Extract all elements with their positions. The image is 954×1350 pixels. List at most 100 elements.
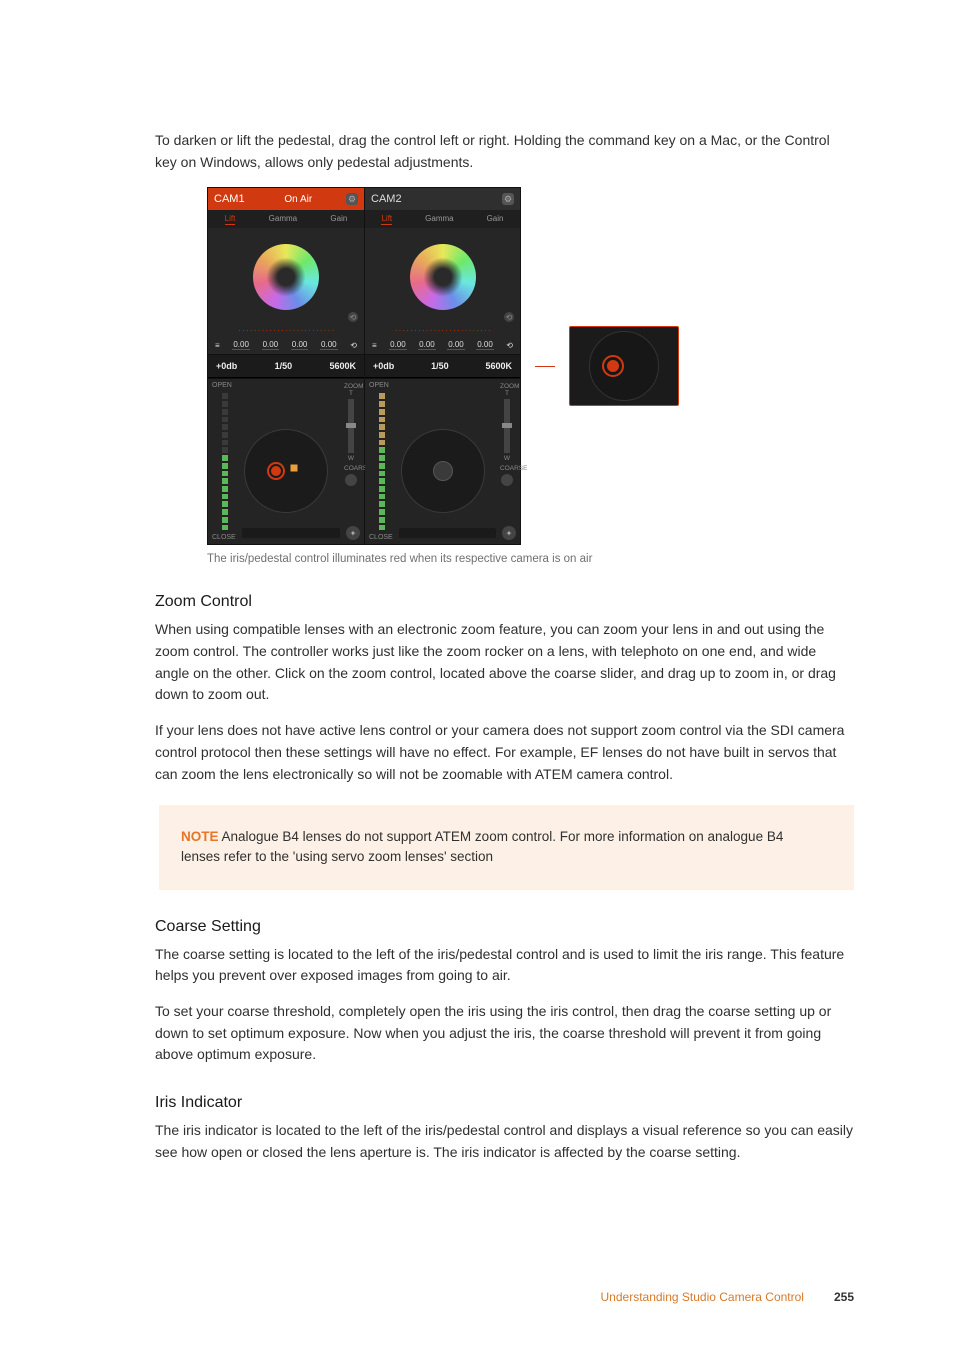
zoom-t-label: T bbox=[344, 390, 358, 397]
tab-gain[interactable]: Gain bbox=[487, 214, 504, 225]
open-label: OPEN bbox=[369, 382, 389, 389]
coarse-label: COARSE bbox=[344, 465, 358, 472]
close-label: CLOSE bbox=[369, 534, 393, 541]
cam2-iris-area: OPEN CLOSE ZOOM T W bbox=[365, 378, 520, 544]
val-g: 0.00 bbox=[447, 340, 465, 350]
zoom-track[interactable] bbox=[504, 399, 510, 453]
coarse-p1: The coarse setting is located to the lef… bbox=[155, 944, 854, 987]
cam2-title: CAM2 bbox=[371, 193, 402, 205]
reset-small-icon[interactable]: ⟲ bbox=[505, 341, 514, 350]
coarse-control[interactable]: COARSE bbox=[500, 465, 514, 488]
wheel-cursor[interactable] bbox=[281, 272, 291, 282]
iris-p1: The iris indicator is located to the lef… bbox=[155, 1120, 854, 1163]
zoom-p1: When using compatible lenses with an ele… bbox=[155, 619, 854, 706]
master-scratch-wheel[interactable]: · · · · · · · · · · · · · · · · · · · · … bbox=[208, 326, 364, 336]
iris-indicator bbox=[222, 393, 228, 530]
joystick-knob-icon bbox=[433, 461, 453, 481]
footer-chapter: Understanding Studio Camera Control bbox=[601, 1290, 804, 1304]
camera-panels: CAM1 On Air ⚙ Lift Gamma Gain ⟲ · · · · … bbox=[207, 187, 521, 545]
cam2-values: ≡ 0.00 0.00 0.00 0.00 ⟲ bbox=[365, 336, 520, 355]
val-y: 0.00 bbox=[389, 340, 407, 350]
coarse-knob-icon[interactable] bbox=[501, 474, 513, 486]
cam1-header[interactable]: CAM1 On Air ⚙ bbox=[208, 188, 364, 210]
val-r: 0.00 bbox=[418, 340, 436, 350]
val-b: 0.00 bbox=[320, 340, 338, 350]
cam1-iris-area: OPEN CLOSE ZOOM T W bbox=[208, 378, 364, 544]
settings-icon[interactable]: ⚙ bbox=[346, 193, 358, 205]
zoom-p2: If your lens does not have active lens c… bbox=[155, 720, 854, 785]
pedestal-strip[interactable] bbox=[399, 528, 496, 538]
iris-pedestal-control[interactable] bbox=[244, 429, 328, 513]
reset-small-icon[interactable]: ⟲ bbox=[349, 341, 358, 350]
val-y: 0.00 bbox=[232, 340, 250, 350]
note-label: NOTE bbox=[181, 829, 219, 844]
cam2-tabs: Lift Gamma Gain bbox=[365, 210, 520, 228]
zoom-track[interactable] bbox=[348, 399, 354, 453]
cam2-panel: CAM2 ⚙ Lift Gamma Gain ⟲ · · · · · · · ·… bbox=[364, 188, 520, 544]
whitebalance-value[interactable]: 5600K bbox=[329, 361, 356, 371]
joystick-knob-icon bbox=[271, 466, 281, 476]
gain-value[interactable]: +0db bbox=[216, 361, 237, 371]
gain-value[interactable]: +0db bbox=[373, 361, 394, 371]
close-label: CLOSE bbox=[212, 534, 236, 541]
footer-page-number: 255 bbox=[834, 1290, 854, 1304]
cam2-camera-settings: +0db 1/50 5600K bbox=[365, 355, 520, 378]
callout-line bbox=[535, 366, 555, 367]
cam1-title: CAM1 bbox=[214, 193, 245, 205]
joystick-marker-icon bbox=[291, 465, 298, 472]
intro-paragraph: To darken or lift the pedestal, drag the… bbox=[155, 130, 854, 173]
val-b: 0.00 bbox=[476, 340, 494, 350]
zoom-thumb[interactable] bbox=[346, 423, 356, 428]
zoom-control[interactable]: ZOOM T W bbox=[500, 383, 514, 462]
coarse-label: COARSE bbox=[500, 465, 514, 472]
coarse-p2: To set your coarse threshold, completely… bbox=[155, 1001, 854, 1066]
tab-lift[interactable]: Lift bbox=[381, 214, 392, 225]
pedestal-strip[interactable] bbox=[242, 528, 340, 538]
iris-pedestal-control[interactable] bbox=[401, 429, 485, 513]
settings-icon[interactable]: ⚙ bbox=[502, 193, 514, 205]
tab-gain[interactable]: Gain bbox=[330, 214, 347, 225]
cam1-panel: CAM1 On Air ⚙ Lift Gamma Gain ⟲ · · · · … bbox=[208, 188, 364, 544]
note-box: NOTE Analogue B4 lenses do not support A… bbox=[155, 805, 854, 890]
zoom-t-label: T bbox=[500, 390, 514, 397]
tab-lift[interactable]: Lift bbox=[225, 214, 236, 225]
coarse-heading: Coarse Setting bbox=[155, 918, 854, 936]
cam1-values: ≡ 0.00 0.00 0.00 0.00 ⟲ bbox=[208, 336, 364, 355]
cam2-header[interactable]: CAM2 ⚙ bbox=[365, 188, 520, 210]
reset-icon[interactable]: ⟲ bbox=[504, 312, 514, 322]
reset-icon[interactable]: ⟲ bbox=[348, 312, 358, 322]
shutter-value[interactable]: 1/50 bbox=[431, 361, 449, 371]
color-wheel[interactable] bbox=[253, 244, 319, 310]
zoom-thumb[interactable] bbox=[502, 423, 512, 428]
shutter-value[interactable]: 1/50 bbox=[275, 361, 293, 371]
page-footer: Understanding Studio Camera Control 255 bbox=[155, 1290, 854, 1304]
tab-gamma[interactable]: Gamma bbox=[269, 214, 297, 225]
iris-indicator bbox=[379, 393, 385, 530]
wheel-cursor[interactable] bbox=[438, 272, 448, 282]
coarse-knob-icon[interactable] bbox=[345, 474, 357, 486]
tab-gamma[interactable]: Gamma bbox=[425, 214, 453, 225]
auto-iris-icon[interactable]: ✦ bbox=[502, 526, 516, 540]
color-wheel[interactable] bbox=[410, 244, 476, 310]
cam2-color-wheel-area: ⟲ bbox=[365, 228, 520, 326]
figure-caption: The iris/pedestal control illuminates re… bbox=[207, 553, 854, 565]
zoom-w-label: W bbox=[500, 455, 514, 462]
zoom-heading: Zoom Control bbox=[155, 593, 854, 611]
ymrgb-icon[interactable]: ≡ bbox=[214, 341, 221, 350]
whitebalance-value[interactable]: 5600K bbox=[485, 361, 512, 371]
iris-pedestal-zoomed-inset bbox=[569, 326, 679, 406]
coarse-control[interactable]: COARSE bbox=[344, 465, 358, 488]
cam1-camera-settings: +0db 1/50 5600K bbox=[208, 355, 364, 378]
iris-heading: Iris Indicator bbox=[155, 1094, 854, 1112]
zoom-control[interactable]: ZOOM T W bbox=[344, 383, 358, 462]
master-scratch-wheel[interactable]: · · · · · · · · · · · · · · · · · · · · … bbox=[365, 326, 520, 336]
zoom-label: ZOOM bbox=[500, 383, 514, 390]
val-g: 0.00 bbox=[291, 340, 309, 350]
cam1-onair-label: On Air bbox=[284, 194, 312, 205]
joystick-knob-icon bbox=[607, 360, 619, 372]
auto-iris-icon[interactable]: ✦ bbox=[346, 526, 360, 540]
zoom-label: ZOOM bbox=[344, 383, 358, 390]
cam1-tabs: Lift Gamma Gain bbox=[208, 210, 364, 228]
open-label: OPEN bbox=[212, 382, 232, 389]
ymrgb-icon[interactable]: ≡ bbox=[371, 341, 378, 350]
